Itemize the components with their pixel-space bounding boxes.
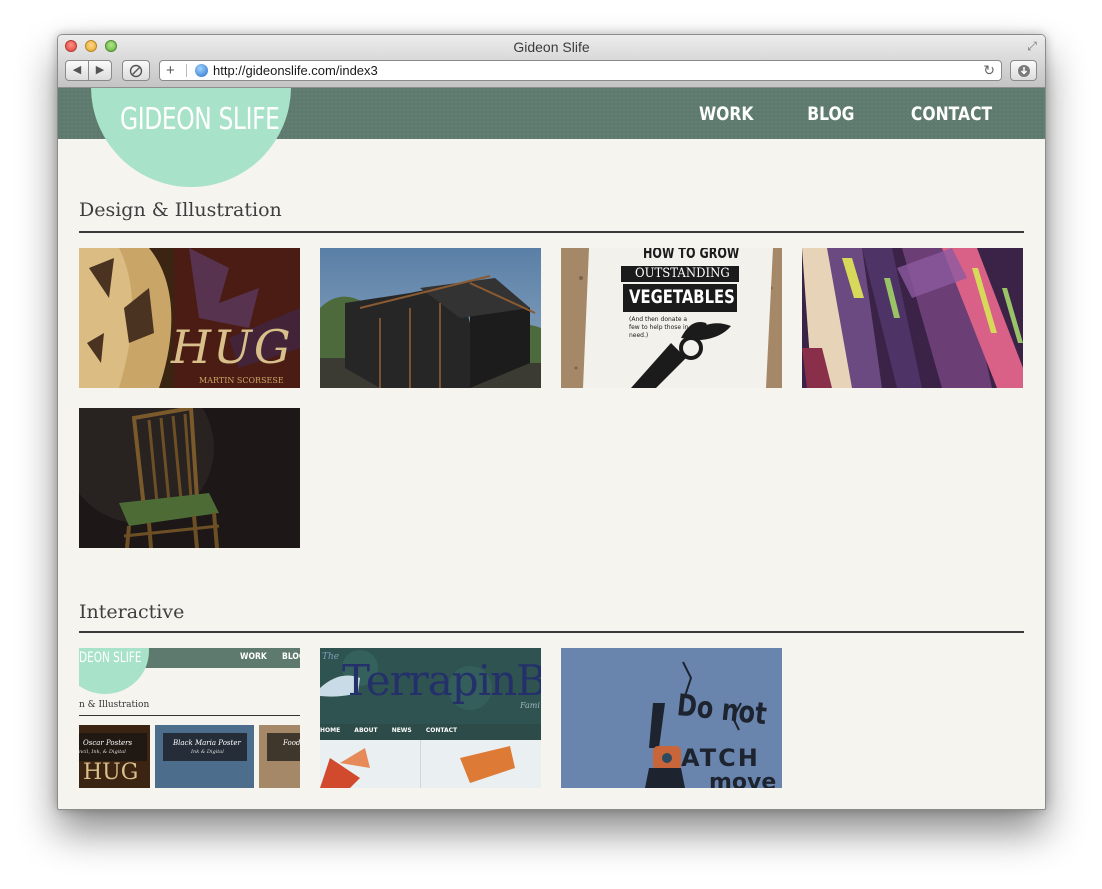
share-icon [129,64,143,78]
section-divider [79,631,1024,633]
mini-hug: HUG [83,760,139,785]
forward-button[interactable]: ▶ [88,60,112,81]
share-button[interactable] [122,60,150,81]
veg-line1: HOW TO GROW [643,248,740,262]
terrapin-nav-home: HOME [320,727,341,734]
terrapin-name: TerrapinB [342,656,541,705]
black-maria-artwork [320,248,541,388]
hugo-title: HUG [171,320,293,374]
abstract-artwork [802,248,1023,388]
main-nav: WORK BLOG CONTACT [655,103,1001,125]
add-bookmark-icon[interactable]: + [166,61,175,80]
fullscreen-icon[interactable]: ⤢ [1025,39,1039,53]
window-title: Gideon Slife [513,39,590,55]
mini-card1-title: Oscar Posters [83,739,133,747]
mini-nav-work: WORK [240,652,267,662]
terrapin-family: Fami [520,701,540,710]
address-bar[interactable]: + http://gideonslife.com/index3 ↻ [159,60,1002,81]
section-title-interactive: Interactive [79,601,185,623]
catch-line2: ATCH [681,744,760,772]
thumbnail-vegetables[interactable]: HOW TO GROW OUTSTANDING VEGETABLES (And … [561,248,782,388]
nav-work[interactable]: WORK [699,103,754,125]
thumbnail-black-maria[interactable] [320,248,541,388]
mini-card1-sub: ncil, Ink, & Digital [79,749,126,755]
terrapin-nav: HOME ABOUT NEWS CONTACT [320,727,457,734]
downloads-button[interactable] [1010,60,1037,81]
thumbnail-hugo-poster[interactable]: HUG MARTIN SCORSESE [79,248,300,388]
browser-window: Gideon Slife ⤢ ◀ ▶ + http://gideonslife.… [57,34,1046,810]
section-divider [79,231,1024,233]
terrapin-nav-about: ABOUT [354,727,378,734]
site-logo[interactable]: GIDEON SLIFE [120,102,280,137]
mini-card2-sub: Ink & Digital [191,749,224,755]
veg-note: (And then donate a few to help those in … [629,316,689,339]
globe-icon [195,64,208,77]
section-title-design: Design & Illustration [79,199,282,221]
terrapin-nav-news: NEWS [391,727,412,734]
terrapin-nav-contact: CONTACT [425,727,458,734]
terrapin-the: The [322,652,340,662]
thumbnail-abstract[interactable] [802,248,1023,388]
mini-nav-blog: BLOG [282,652,300,662]
veg-line3: VEGETABLES [629,286,735,308]
page-viewport: WORK BLOG CONTACT GIDEON SLIFE Design & … [58,88,1045,809]
veg-line2: OUTSTANDING [635,266,730,281]
reload-icon[interactable]: ↻ [983,61,995,80]
hugo-subtitle: MARTIN SCORSESE [199,376,284,385]
download-icon [1017,65,1030,77]
thumbnail-terrapin[interactable]: The TerrapinB Fami HOME ABOUT NEWS CONTA… [320,648,541,788]
chair-artwork [79,408,300,548]
mini-card2-title: Black Maria Poster [173,739,241,747]
url-text[interactable]: http://gideonslife.com/index3 [213,63,378,78]
title-bar: Gideon Slife ⤢ ◀ ▶ + http://gideonslife.… [58,35,1045,88]
thumbnail-do-not-catch[interactable]: Do not ATCH move [561,648,782,788]
nav-blog[interactable]: BLOG [807,103,854,125]
thumbnail-gideonslife-site[interactable]: DEON SLIFE WORK BLOG n & Illustration Os… [79,648,300,788]
mini-logo: DEON SLIFE [79,650,142,666]
catch-line3: move [709,770,777,788]
thumbnail-chair[interactable] [79,408,300,548]
nav-contact[interactable]: CONTACT [911,103,992,125]
mini-section-title: n & Illustration [79,700,150,710]
mini-card3-title: Food [283,739,300,747]
back-button[interactable]: ◀ [65,60,89,81]
